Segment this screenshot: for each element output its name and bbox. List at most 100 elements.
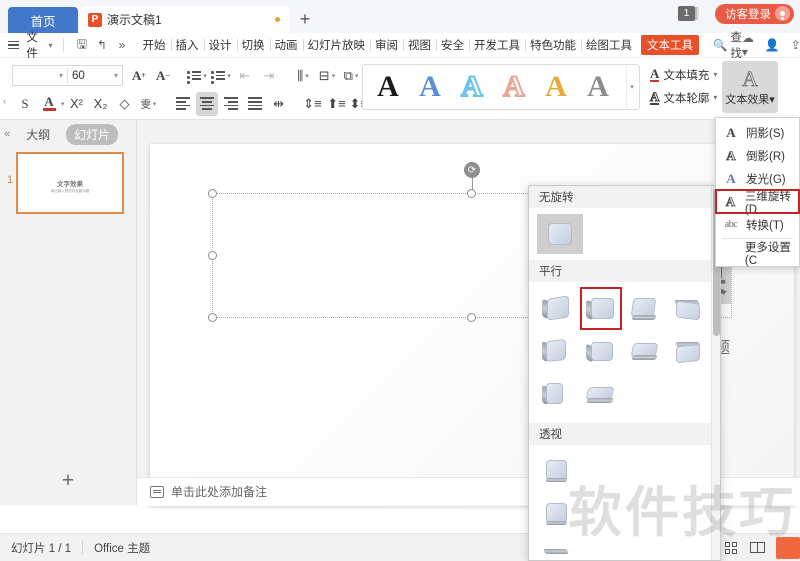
- slideshow-button[interactable]: [776, 536, 800, 559]
- menu-item-shadow[interactable]: A 阴影(S): [716, 121, 799, 144]
- tab-design[interactable]: 设计: [203, 37, 237, 53]
- align-text-button[interactable]: ⊟ ▾: [316, 64, 338, 88]
- wordart-style-6[interactable]: A: [577, 67, 619, 107]
- pinyin-guide-button[interactable]: 雯 ▾: [138, 92, 160, 116]
- increase-indent-button[interactable]: ⇥: [258, 64, 280, 88]
- tab-animation[interactable]: 动画: [269, 37, 303, 53]
- rotate-handle[interactable]: ⟳: [464, 162, 480, 178]
- font-name-input[interactable]: ▾: [13, 66, 67, 85]
- tab-insert[interactable]: 插入: [170, 37, 204, 53]
- parallel-rotation-8[interactable]: [667, 330, 711, 373]
- strikethrough-button[interactable]: S: [14, 92, 36, 116]
- justify-button[interactable]: [244, 92, 266, 116]
- new-tab-button[interactable]: +: [290, 6, 320, 33]
- tab-transition[interactable]: 切换: [236, 37, 270, 53]
- text-effect-button[interactable]: A 文本效果▾: [722, 61, 778, 113]
- add-slide-button[interactable]: +: [0, 469, 136, 493]
- perspective-rotation-1[interactable]: [535, 450, 579, 493]
- slide-thumbnail-row[interactable]: 1 文字效果 单击输入您的封面副标题: [0, 148, 136, 214]
- tab-view[interactable]: 视图: [403, 37, 436, 53]
- increase-font-size-button[interactable]: A +: [128, 64, 150, 88]
- perspective-rotation-4[interactable]: [667, 450, 711, 493]
- menu-item-more-settings[interactable]: 更多设置(C: [716, 241, 799, 267]
- more-commands-icon[interactable]: »: [115, 38, 128, 52]
- align-left-button[interactable]: [172, 92, 194, 116]
- tab-security[interactable]: 安全: [436, 37, 469, 53]
- undo-icon[interactable]: ↰: [95, 38, 108, 52]
- slide-thumbnail-1[interactable]: 文字效果 单击输入您的封面副标题: [16, 152, 124, 214]
- paragraph-spacing-before-button[interactable]: ⬆≡: [326, 92, 348, 116]
- wordart-style-gallery[interactable]: A A A A A A ▾: [362, 64, 640, 110]
- wordart-style-3[interactable]: A: [451, 67, 493, 107]
- perspective-rotation-7[interactable]: [623, 493, 667, 536]
- wordart-style-4[interactable]: A: [493, 67, 535, 107]
- resize-handle-top-center[interactable]: [467, 189, 476, 198]
- wordart-style-5[interactable]: A: [535, 67, 577, 107]
- decrease-indent-button[interactable]: ⇤: [234, 64, 256, 88]
- tab-review[interactable]: 审阅: [370, 37, 403, 53]
- text-outline-button[interactable]: A 文本轮廓 ▾: [649, 86, 717, 109]
- tab-text-tools[interactable]: 文本工具: [641, 35, 700, 55]
- parallel-rotation-4[interactable]: [667, 287, 711, 330]
- perspective-rotation-2[interactable]: [579, 450, 623, 493]
- tab-slideshow[interactable]: 幻灯片放映: [302, 37, 371, 53]
- convert-smartart-button[interactable]: ⧉ ▾: [340, 64, 362, 88]
- perspective-rotation-3[interactable]: [623, 450, 667, 493]
- text-direction-button[interactable]: ⫼ ▾: [292, 64, 314, 88]
- wordart-style-2[interactable]: A: [409, 67, 451, 107]
- resize-handle-top-left[interactable]: [208, 189, 217, 198]
- parallel-rotation-6[interactable]: [579, 330, 623, 373]
- guest-login-button[interactable]: 访客登录: [715, 3, 794, 24]
- parallel-rotation-10[interactable]: [579, 373, 623, 416]
- menu-item-transform[interactable]: abc 转换(T): [716, 213, 799, 236]
- parallel-rotation-1[interactable]: [535, 287, 579, 330]
- resize-handle-middle-left[interactable]: [208, 250, 217, 260]
- parallel-rotation-7[interactable]: [623, 330, 667, 373]
- tab-slides[interactable]: 幻灯片: [66, 123, 119, 145]
- parallel-rotation-2[interactable]: [579, 287, 623, 330]
- find-button[interactable]: 🔍 查找: [713, 29, 742, 61]
- menu-item-reflection[interactable]: A 倒影(R): [716, 144, 799, 167]
- reading-view-button[interactable]: [748, 540, 766, 556]
- tab-start[interactable]: 开始: [138, 37, 171, 53]
- distribute-button[interactable]: ⇹: [268, 92, 290, 116]
- tab-outline[interactable]: 大纲: [18, 124, 58, 145]
- perspective-rotation-9[interactable]: [535, 536, 579, 560]
- tab-drawing-tools[interactable]: 绘图工具: [581, 37, 637, 53]
- resize-handle-bottom-left[interactable]: [208, 313, 217, 322]
- numbered-list-button[interactable]: ▾: [210, 64, 232, 88]
- wordart-gallery-scroll[interactable]: ▾: [626, 65, 637, 109]
- slide-sorter-view-button[interactable]: [722, 540, 740, 556]
- bullet-list-button[interactable]: ▾: [186, 64, 208, 88]
- line-spacing-button[interactable]: ⇕≡: [302, 92, 324, 116]
- decrease-font-size-button[interactable]: A −: [152, 64, 174, 88]
- parallel-rotation-9[interactable]: [535, 373, 579, 416]
- no-rotation-thumb[interactable]: [537, 214, 583, 254]
- perspective-rotation-5[interactable]: [535, 493, 579, 536]
- align-right-button[interactable]: [220, 92, 242, 116]
- wordart-style-1[interactable]: A: [367, 67, 409, 107]
- upload-icon[interactable]: ⇪: [791, 38, 800, 52]
- file-menu-button[interactable]: 文件 ▾: [26, 29, 52, 61]
- tab-developer[interactable]: 开发工具: [469, 37, 525, 53]
- tab-features[interactable]: 特色功能: [525, 37, 581, 53]
- superscript-button[interactable]: X²: [66, 92, 88, 116]
- parallel-rotation-5[interactable]: [535, 330, 579, 373]
- panel-collapse-icon[interactable]: «: [4, 128, 10, 140]
- text-fill-button[interactable]: A 文本填充 ▾: [650, 63, 717, 86]
- cloud-icon[interactable]: ☁▾: [742, 31, 754, 59]
- perspective-rotation-8[interactable]: [667, 493, 711, 536]
- menu-hamburger-icon[interactable]: [8, 40, 20, 50]
- font-color-button[interactable]: A: [38, 92, 60, 116]
- subscript-button[interactable]: X₂: [90, 92, 112, 116]
- font-size-input[interactable]: 60 ▾: [68, 66, 122, 85]
- share-user-icon[interactable]: 👤: [765, 38, 780, 52]
- clear-format-icon[interactable]: ◇: [114, 92, 136, 116]
- theme-label[interactable]: Office 主题: [83, 540, 161, 556]
- window-count-badge[interactable]: 1: [678, 6, 695, 21]
- menu-item-3d-rotation[interactable]: A 三维旋转(D: [715, 189, 800, 216]
- align-center-button[interactable]: [195, 91, 218, 116]
- parallel-rotation-3[interactable]: [623, 287, 667, 330]
- resize-handle-bottom-center[interactable]: [467, 313, 476, 322]
- perspective-rotation-6[interactable]: [579, 493, 623, 536]
